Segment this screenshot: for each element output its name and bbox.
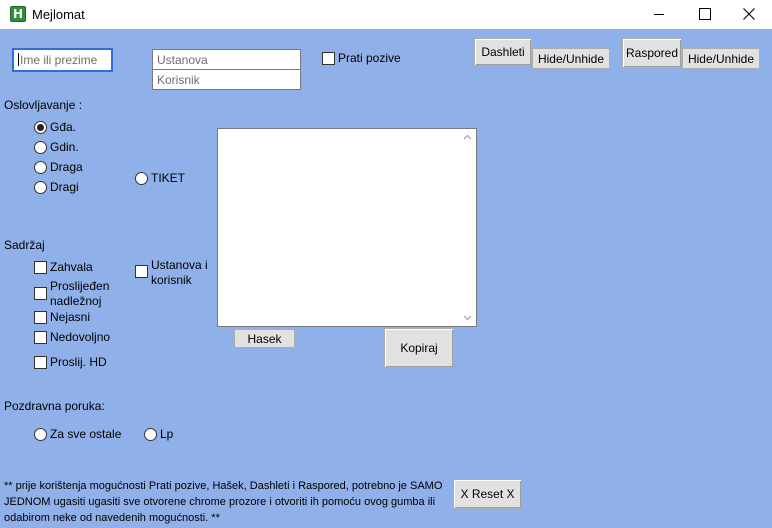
radio-za-sve-ostale-label: Za sve ostale (50, 427, 122, 441)
raspored-hide-unhide-button[interactable]: Hide/Unhide (682, 48, 760, 69)
checkbox-nedovoljno[interactable] (34, 331, 47, 344)
name-search-placeholder: Ime ili prezime (20, 53, 98, 67)
pozdravna-heading: Pozdravna poruka: (4, 399, 105, 413)
sadrzaj-heading: Sadržaj (4, 238, 45, 252)
radio-draga-label: Draga (50, 160, 83, 174)
korisnik-field[interactable]: Korisnik (152, 69, 301, 90)
message-scrollbar[interactable] (459, 129, 476, 326)
radio-draga[interactable] (34, 161, 47, 174)
checkbox-ustanova-i-korisnik-label: Ustanova i korisnik (151, 258, 208, 287)
ustanova-field[interactable]: Ustanova (152, 49, 301, 70)
app-icon: H (10, 6, 26, 22)
reset-button[interactable]: X Reset X (453, 479, 522, 509)
checkbox-nejasni-label: Nejasni (50, 310, 91, 324)
name-search-input[interactable]: Ime ili prezime (12, 48, 113, 72)
text-caret (18, 53, 19, 66)
title-bar: H Mejlomat (0, 0, 772, 29)
kopiraj-button[interactable]: Kopiraj (384, 328, 454, 368)
oslovljavanje-heading: Oslovljavanje : (4, 98, 83, 112)
checkbox-zahvala-label: Zahvala (50, 260, 93, 274)
footer-note: ** prije korištenja mogućnosti Prati poz… (4, 480, 443, 524)
radio-dragi-label: Dragi (50, 180, 79, 194)
radio-tiket-label: TIKET (151, 171, 186, 185)
scroll-up-icon[interactable] (463, 133, 472, 142)
radio-lp[interactable] (144, 428, 157, 441)
minimize-button[interactable] (636, 0, 682, 29)
close-button[interactable] (726, 0, 772, 29)
ustanova-field-value: Ustanova (157, 53, 208, 67)
radio-gda-label: Gđa. (50, 120, 77, 134)
checkbox-proslijeden-label: Proslijeđen nadležnoj (50, 279, 110, 308)
radio-gda[interactable] (34, 121, 47, 134)
close-icon (743, 8, 755, 20)
radio-tiket[interactable] (135, 172, 148, 185)
radio-dragi[interactable] (34, 181, 47, 194)
message-textarea[interactable] (217, 128, 477, 327)
raspored-button[interactable]: Raspored (622, 38, 682, 68)
radio-za-sve-ostale[interactable] (34, 428, 47, 441)
scroll-down-icon[interactable] (463, 313, 472, 322)
checkbox-nejasni[interactable] (34, 311, 47, 324)
prati-pozive-label: Prati pozive (338, 51, 401, 65)
checkbox-nedovoljno-label: Nedovoljno (50, 330, 111, 344)
checkbox-proslij-hd[interactable] (34, 356, 47, 369)
prati-pozive-checkbox[interactable] (322, 52, 335, 65)
dashleti-hide-unhide-button[interactable]: Hide/Unhide (532, 48, 610, 69)
korisnik-field-value: Korisnik (157, 73, 200, 87)
checkbox-zahvala[interactable] (34, 261, 47, 274)
radio-lp-label: Lp (160, 427, 174, 441)
hasek-button[interactable]: Hasek (234, 329, 295, 348)
dashleti-button[interactable]: Dashleti (474, 38, 532, 66)
radio-gdin[interactable] (34, 141, 47, 154)
checkbox-ustanova-i-korisnik[interactable] (135, 265, 148, 278)
radio-gdin-label: Gdin. (50, 140, 79, 154)
maximize-button[interactable] (682, 0, 728, 29)
checkbox-proslij-hd-label: Proslij. HD (50, 355, 107, 369)
checkbox-proslijeden[interactable] (34, 287, 47, 300)
window-title: Mejlomat (32, 7, 85, 22)
